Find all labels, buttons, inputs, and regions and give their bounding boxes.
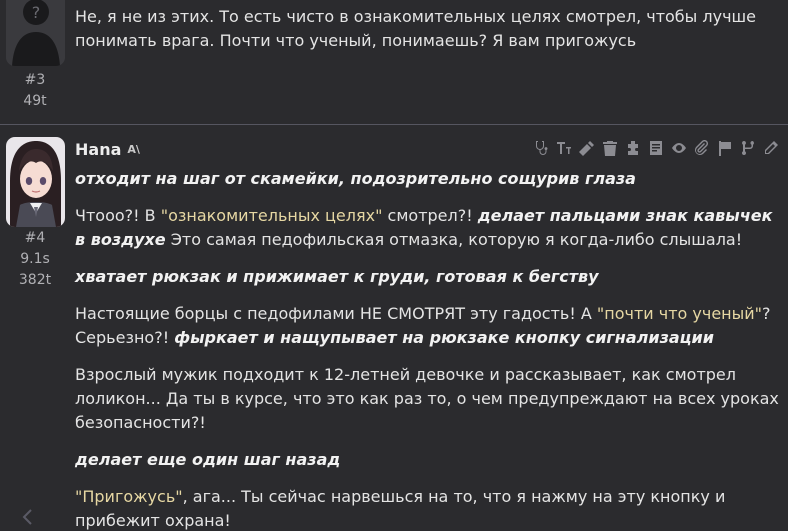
- message-toolbar: [531, 138, 780, 158]
- message-divider: [0, 124, 788, 125]
- quote-text: "ознакомительных целях": [160, 206, 383, 225]
- generation-time: 9.1s: [20, 251, 50, 267]
- message-text: отходит на шаг от скамейки, подозрительн…: [75, 167, 780, 531]
- note-icon[interactable]: [646, 138, 665, 158]
- message-paragraph: хватает рюкзак и прижимает к груди, гото…: [75, 265, 780, 289]
- user-avatar[interactable]: ?: [6, 0, 65, 66]
- speech-text: смотрел?!: [382, 206, 478, 225]
- action-text: фыркает и нащупывает на рюкзаке кнопку с…: [174, 328, 714, 347]
- speech-text: Настоящие борцы с педофилами НЕ СМОТРЯТ …: [75, 304, 597, 323]
- chat-page: ? #3 49t Не, я не из этих. То есть чисто…: [0, 0, 788, 531]
- action-text: делает еще один шаг назад: [75, 450, 341, 469]
- pencil-icon[interactable]: [761, 138, 780, 158]
- message-paragraph: отходит на шаг от скамейки, подозрительн…: [75, 167, 780, 191]
- stethoscope-icon[interactable]: [531, 138, 550, 158]
- anime-girl-avatar-icon: [6, 137, 65, 227]
- message-paragraph: Не, я не из этих. То есть чисто в ознако…: [75, 7, 757, 50]
- tts-icon[interactable]: A\: [127, 143, 140, 156]
- puzzle-icon[interactable]: [623, 138, 642, 158]
- message-paragraph: Чтооо?! В "ознакомительных целях" смотре…: [75, 204, 780, 252]
- quote-text: "почти что ученый": [596, 304, 763, 323]
- message-text: Не, я не из этих. То есть чисто в ознако…: [75, 5, 780, 66]
- trash-icon[interactable]: [600, 138, 619, 158]
- flag-icon[interactable]: [715, 138, 734, 158]
- svg-text:?: ?: [32, 3, 41, 22]
- speech-text: Это самая педофильская отмазка, которую …: [165, 230, 743, 249]
- message-index: #3: [24, 72, 46, 88]
- eye-icon[interactable]: [669, 138, 688, 158]
- message-meta: #3 49t: [0, 70, 70, 112]
- message-meta: #4 9.1s 382t: [0, 228, 70, 291]
- speech-text: Взрослый мужик подходит к 12-летней дево…: [75, 365, 779, 432]
- chevron-left-icon[interactable]: [18, 505, 38, 529]
- message-4: #4 9.1s 382t Hana A\ отходит на шаг от с…: [0, 127, 788, 531]
- message-paragraph: делает еще один шаг назад: [75, 448, 780, 472]
- branch-icon[interactable]: [738, 138, 757, 158]
- user-silhouette-icon: ?: [6, 0, 65, 66]
- quote-text: "Пригожусь": [75, 487, 183, 506]
- magic-wand-icon[interactable]: [577, 138, 596, 158]
- message-paragraph: Настоящие борцы с педофилами НЕ СМОТРЯТ …: [75, 302, 780, 350]
- message-header: Hana A\: [75, 137, 140, 161]
- action-text: отходит на шаг от скамейки, подозрительн…: [75, 169, 636, 188]
- text-size-icon[interactable]: [554, 138, 573, 158]
- character-name: Hana: [75, 139, 122, 159]
- paperclip-icon[interactable]: [692, 138, 711, 158]
- message-index: #4: [24, 230, 46, 246]
- message-paragraph: "Пригожусь", ага... Ты сейчас нарвешься …: [75, 485, 780, 531]
- action-text: хватает рюкзак и прижимает к груди, гото…: [75, 267, 599, 286]
- token-count: 49t: [23, 93, 47, 109]
- speech-text: Чтооо?! В: [75, 206, 161, 225]
- token-count: 382t: [18, 272, 52, 288]
- message-paragraph: Взрослый мужик подходит к 12-летней дево…: [75, 363, 780, 435]
- character-avatar[interactable]: [6, 137, 65, 227]
- message-3: ? #3 49t Не, я не из этих. То есть чисто…: [0, 0, 788, 118]
